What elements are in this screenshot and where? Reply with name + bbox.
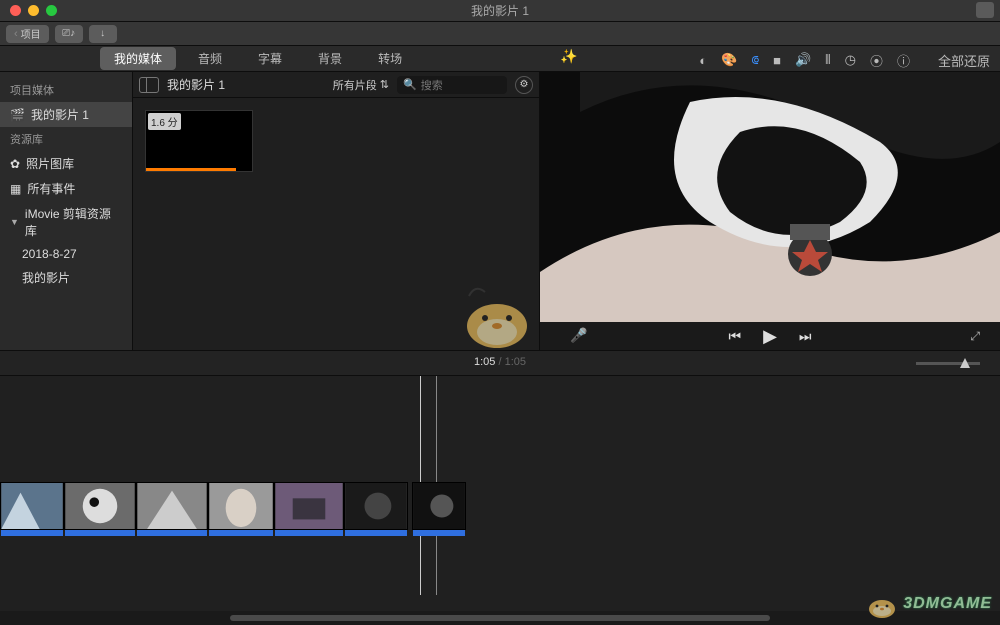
filter-label: 所有片段	[333, 77, 377, 93]
color-balance-icon[interactable]: ◐	[699, 53, 707, 68]
fullscreen-icon[interactable]: ⤢	[970, 329, 980, 344]
toolbar: ‹项目 ⎚♪ ↓	[0, 22, 1000, 46]
sidebar-item-imovie-library[interactable]: ▼ iMovie 剪辑资源库	[0, 201, 132, 243]
zoom-slider[interactable]	[916, 362, 980, 365]
maximize-window-button[interactable]	[46, 5, 57, 16]
sidebar-item-project[interactable]: 🎬 我的影片 1	[0, 102, 132, 127]
horizontal-scrollbar[interactable]	[0, 611, 1000, 625]
stabilize-icon[interactable]: ■	[773, 53, 781, 68]
clip-thumbnail[interactable]: 1.6 分	[145, 110, 253, 172]
speed-icon[interactable]: ◷	[845, 52, 856, 68]
search-placeholder: 搜索	[421, 77, 443, 93]
timeline-clip[interactable]	[344, 482, 408, 530]
preview-pane: 🎤 ⏮ ▶ ⏭ ⤢	[540, 72, 1000, 350]
sidebar-toggle-icon[interactable]	[139, 77, 159, 93]
search-input[interactable]: 🔍 搜索	[397, 76, 507, 94]
browser-header: 我的影片 1 所有片段 ⇅ 🔍 搜索 ⚙	[133, 72, 539, 98]
color-correction-icon[interactable]: 🎨	[721, 52, 737, 68]
window-controls	[0, 5, 57, 16]
title-bar: 我的影片 1	[0, 0, 1000, 22]
sidebar-item-label: 我的影片 1	[31, 106, 89, 123]
clapper-icon: 🎬	[10, 108, 25, 122]
filter-icon[interactable]: ⦿	[870, 51, 883, 70]
timeline-clip[interactable]	[274, 482, 344, 530]
timeline-clip[interactable]	[0, 482, 64, 530]
media-browser: 我的影片 1 所有片段 ⇅ 🔍 搜索 ⚙ 1.6 分	[133, 72, 540, 350]
sidebar-project-media-head: 项目媒体	[0, 78, 132, 102]
sidebar-item-label: 照片图库	[26, 155, 74, 172]
clip-filter-dropdown[interactable]: 所有片段 ⇅	[333, 77, 389, 93]
tab-my-media[interactable]: 我的媒体	[100, 47, 176, 70]
sidebar-item-photo-library[interactable]: ✿ 照片图库	[0, 151, 132, 176]
clip-duration-badge: 1.6 分	[148, 113, 181, 130]
film-icon: ▦	[10, 182, 21, 196]
timeline-clip[interactable]	[136, 482, 208, 530]
current-time: 1:05	[474, 356, 495, 368]
sidebar-library-head: 资源库	[0, 127, 132, 151]
import-button[interactable]: ↓	[89, 25, 117, 43]
zoom-knob[interactable]	[960, 358, 970, 368]
minimize-window-button[interactable]	[28, 5, 39, 16]
search-icon: 🔍	[403, 78, 417, 91]
sidebar-item-event-date[interactable]: 2018-8-27	[0, 243, 132, 265]
timeline-clip[interactable]	[412, 482, 466, 530]
sidebar-item-label: 所有事件	[27, 180, 75, 197]
chevron-updown-icon: ⇅	[380, 78, 389, 91]
gear-icon[interactable]: ⚙	[515, 76, 533, 94]
sidebar: 项目媒体 🎬 我的影片 1 资源库 ✿ 照片图库 ▦ 所有事件 ▼ iMovie…	[0, 72, 133, 350]
disclosure-triangle-icon[interactable]: ▼	[10, 217, 19, 227]
timeline-clip[interactable]	[64, 482, 136, 530]
sidebar-item-all-events[interactable]: ▦ 所有事件	[0, 176, 132, 201]
total-time: 1:05	[505, 356, 526, 368]
enhance-icon[interactable]: ✨	[560, 48, 577, 65]
preview-toolbar: ◐ 🎨 ⟃ ■ 🔊 ⫴ ◷ ⦿ ⓘ 全部还原	[699, 48, 990, 72]
timeline[interactable]	[0, 376, 1000, 625]
browser-title: 我的影片 1	[167, 76, 225, 93]
preview-video[interactable]	[540, 72, 1000, 322]
next-frame-button[interactable]: ⏭	[799, 328, 812, 345]
equalizer-icon[interactable]: ⫴	[825, 52, 830, 68]
back-label: 项目	[21, 26, 41, 41]
window-mode-button[interactable]	[976, 2, 994, 18]
tab-backgrounds[interactable]: 背景	[304, 47, 356, 70]
sidebar-item-label: iMovie 剪辑资源库	[25, 205, 122, 239]
time-row: 1:05 / 1:05	[0, 350, 1000, 376]
clip-usage-bar	[146, 168, 236, 171]
prev-frame-button[interactable]: ⏮	[728, 328, 741, 345]
tab-titles[interactable]: 字幕	[244, 47, 296, 70]
sidebar-item-label: 我的影片	[22, 269, 70, 286]
layout-button[interactable]: ⎚♪	[55, 25, 83, 43]
crop-icon[interactable]: ⟃	[751, 52, 759, 68]
back-to-projects-button[interactable]: ‹项目	[6, 25, 49, 43]
playback-controls: ⏮ ▶ ⏭	[540, 322, 1000, 350]
tab-audio[interactable]: 音频	[184, 47, 236, 70]
time-display: 1:05 / 1:05	[474, 356, 526, 368]
window-title: 我的影片 1	[471, 2, 529, 19]
tab-transitions[interactable]: 转场	[364, 47, 416, 70]
info-icon[interactable]: ⓘ	[897, 51, 910, 70]
close-window-button[interactable]	[10, 5, 21, 16]
flower-icon: ✿	[10, 157, 20, 171]
play-button[interactable]: ▶	[763, 326, 777, 347]
clip-track	[0, 482, 466, 534]
sidebar-item-my-movie[interactable]: 我的影片	[0, 265, 132, 290]
timeline-clip[interactable]	[208, 482, 274, 530]
reset-all-button[interactable]: 全部还原	[938, 51, 990, 70]
sidebar-item-label: 2018-8-27	[22, 247, 77, 261]
volume-icon[interactable]: 🔊	[795, 52, 811, 68]
